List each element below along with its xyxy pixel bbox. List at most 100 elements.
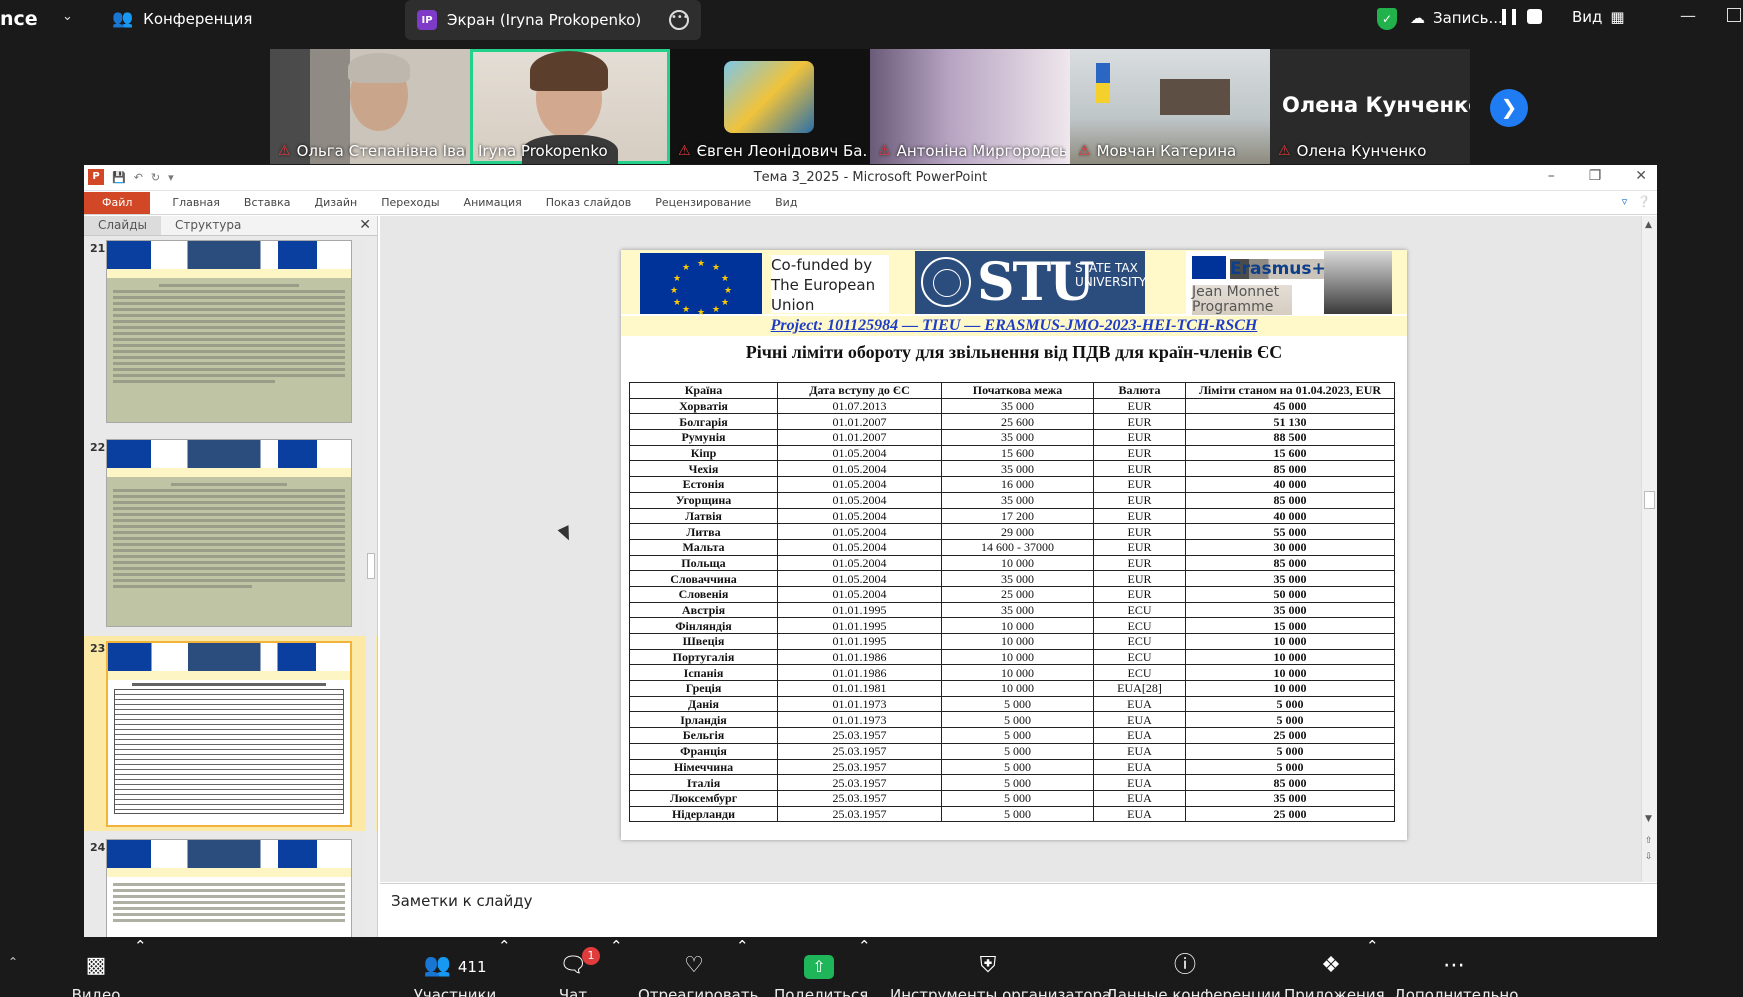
apps-button[interactable]: ❖ Приложения [1284,937,1385,997]
slide-thumbnail[interactable] [106,240,352,423]
tab-slides[interactable]: Слайды [84,216,161,235]
erasmus-logo: Erasmus+ Jean Monnet Programme [1186,251,1392,315]
view-label: Вид [1572,8,1603,26]
table-row: Хорватія 01.07.2013 35 000 EUR 45 000 [629,397,1395,415]
tab-file[interactable]: Файл [84,191,151,214]
table-cell: 85 000 [1185,460,1395,478]
slide-thumbnail[interactable] [106,439,352,627]
share-label: Поделиться [774,986,869,997]
table-cell: 5 000 [1185,758,1395,776]
slide-thumbnail-row[interactable]: 21 [84,240,377,425]
slide-scrollbar[interactable]: ▲ ▼ ⇧ ⇩ [1641,216,1657,882]
conference-menu[interactable]: 👥 Конференция [112,9,252,29]
table-cell: Кіпр [629,444,778,462]
share-options-chevron-icon[interactable]: ⌃ [858,937,871,955]
table-row: Мальта 01.05.2004 14 600 - 37000 EUR 30 000 [629,538,1395,556]
table-row: Швеція 01.01.1995 10 000 ECU 10 000 [629,633,1395,650]
participants-options-chevron-icon[interactable]: ⌃ [498,937,511,955]
table-cell: 35 000 [941,491,1094,509]
panel-scrollbar[interactable] [366,238,376,937]
next-slide-icon[interactable]: ⇩ [1645,852,1653,862]
next-participants-button[interactable]: ❯ [1490,89,1528,127]
thumb-body [107,477,351,626]
table-cell: Греція [629,680,778,697]
participant-tile[interactable]: ⚠Ольга Степанівна Іван... [270,49,470,164]
react-options-chevron-icon[interactable]: ⌃ [736,937,749,955]
slide-thumbnail-row-selected[interactable]: 23 [84,636,377,831]
previous-slide-icon[interactable]: ⇧ [1645,836,1653,846]
chevron-up-icon[interactable]: ⌃ [8,955,18,969]
more-icon[interactable]: ••• [669,10,689,30]
tab-animations[interactable]: Анимация [452,196,534,209]
help-icon[interactable]: ❔ [1637,195,1651,208]
current-slide[interactable]: ★ ★ ★ ★ ★ ★ ★ ★ ★ ★ ★ ★ Co-funded by The… [621,250,1407,840]
table-cell: 01.05.2004 [777,507,942,525]
table-cell: 10 000 [941,664,1094,682]
chat-button[interactable]: 🗨 Чат [548,937,598,997]
react-button[interactable]: ♡ Отреагировать [638,937,758,997]
close-button[interactable]: ✕ [1635,168,1647,184]
table-cell: Іспанія [629,664,778,682]
participant-tile[interactable]: Олена Кунченко ⚠ Олена Кунченко [1270,49,1470,164]
table-cell: 45 000 [1185,397,1395,415]
table-cell: ECU [1093,664,1186,682]
maximize-button[interactable] [1727,8,1741,22]
participant-tile-active[interactable]: Iryna Prokopenko [470,49,670,164]
slide-thumbnail-row[interactable]: 22 [84,439,377,629]
recording-indicator[interactable]: ☁ Запись... [1410,9,1503,27]
scroll-down-icon[interactable]: ▼ [1645,814,1652,824]
ribbon-collapse-icon[interactable]: ▿ [1622,195,1628,208]
screen-share-pill[interactable]: IP Экран (Iryna Prokopenko) ••• [405,0,701,40]
tab-view[interactable]: Вид [763,196,809,209]
tab-slideshow[interactable]: Показ слайдов [534,196,644,209]
table-cell: 85 000 [1185,554,1395,572]
video-button[interactable]: ▩ Видео [66,937,126,997]
participant-name: ⚠Ольга Степанівна Іван... [278,142,466,160]
apps-options-chevron-icon[interactable]: ⌃ [1366,937,1379,955]
slide-thumbnail[interactable] [106,641,352,827]
restore-button[interactable]: ❐ [1589,168,1602,184]
tab-home[interactable]: Главная [160,196,232,209]
scroll-thumb[interactable] [1644,491,1655,509]
table-cell: EUR [1093,444,1186,462]
close-panel-icon[interactable]: ✕ [359,217,371,233]
chat-options-chevron-icon[interactable]: ⌃ [610,937,623,955]
view-menu[interactable]: Вид ▦ [1572,8,1625,26]
thumb-body [107,877,351,928]
meeting-info-button[interactable]: ⓘ Данные конференции [1106,937,1281,997]
shield-check-icon[interactable]: ✓ [1377,8,1397,30]
scroll-up-icon[interactable]: ▲ [1645,220,1652,230]
slide-title: Річні ліміти обороту для звільнення від … [745,342,1283,362]
participants-button[interactable]: 👥 411 Участники [400,937,510,997]
tab-review[interactable]: Рецензирование [643,196,763,209]
project-link[interactable]: Project: 101125984 — TIEU — ERASMUS-JMO-… [621,316,1407,336]
table-cell: Болгарія [629,413,778,431]
table-cell: 01.05.2004 [777,476,942,493]
chevron-down-icon[interactable]: ⌄ [62,9,73,24]
table-cell: EUR [1093,538,1186,556]
tab-transitions[interactable]: Переходы [369,196,451,209]
scroll-thumb[interactable] [367,553,375,579]
notes-pane[interactable]: Заметки к слайду [380,883,1657,937]
tab-insert[interactable]: Вставка [232,196,303,209]
tab-design[interactable]: Дизайн [303,196,370,209]
tab-outline[interactable]: Структура [161,216,255,235]
participant-tile[interactable]: ⚠ Мовчан Катерина [1070,49,1270,164]
minimize-button[interactable]: – [1548,168,1555,184]
share-button[interactable]: ⇧ Поделиться [774,937,869,997]
host-tools-button[interactable]: ⛨ Инструменты организатора [890,937,1111,997]
table-cell: Фінляндія [629,617,778,634]
pause-recording-button[interactable] [1502,9,1516,25]
table-cell: Люксембург [629,789,778,807]
more-button[interactable]: ⋯ Дополнительно [1394,937,1518,997]
video-options-chevron-icon[interactable]: ⌃ [134,937,147,955]
stop-recording-button[interactable] [1527,9,1542,24]
minimize-button[interactable]: — [1680,6,1696,25]
table-cell: 40 000 [1185,476,1395,493]
slide-thumbnail[interactable] [106,839,352,937]
participant-tile[interactable]: ⚠ Антоніна Миргородсь... [870,49,1070,164]
table-cell: 35 000 [941,460,1094,478]
slide-thumbnail-row[interactable]: 24 [84,839,377,937]
table-cell: 01.07.2013 [777,397,942,415]
participant-tile[interactable]: ⚠ Євген Леонідович Ба... [670,49,870,164]
